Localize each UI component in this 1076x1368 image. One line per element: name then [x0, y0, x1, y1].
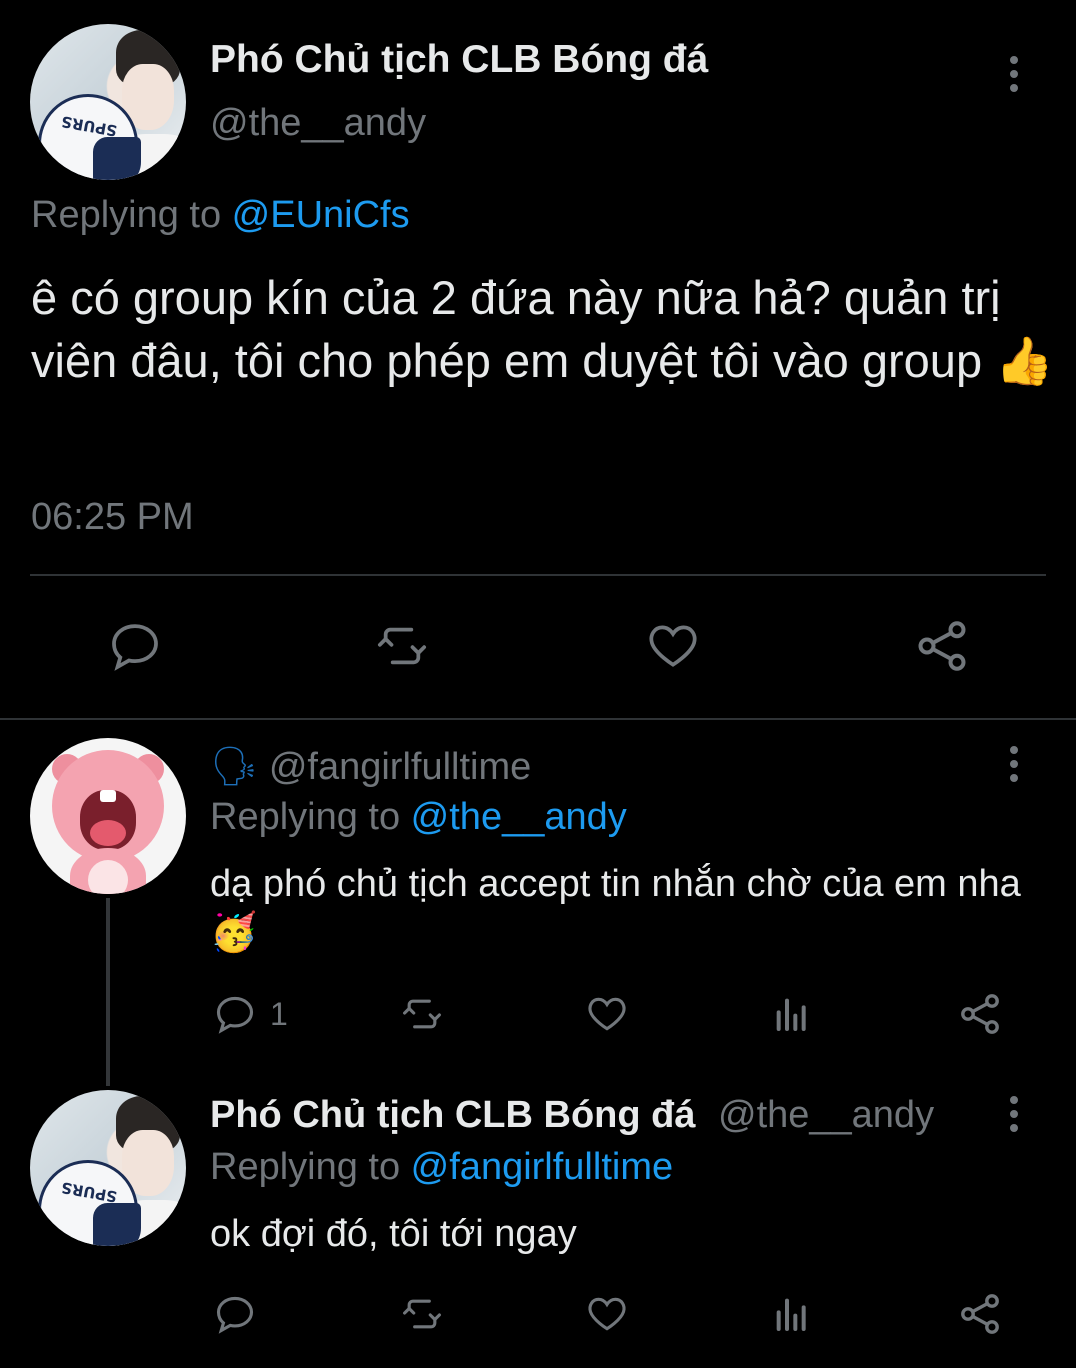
reply-1-header[interactable]: 🗣 @fangirlfulltime — [210, 744, 531, 789]
reply-2-handle[interactable]: @the__andy — [718, 1094, 934, 1137]
replying-to-line: Replying to @the__andy — [210, 796, 627, 839]
replying-to-line: Replying to @EUniCfs — [31, 194, 410, 237]
divider — [30, 574, 1046, 576]
like-icon[interactable] — [584, 1292, 630, 1336]
author-avatar[interactable]: SPURS — [30, 24, 186, 180]
more-options-icon[interactable] — [1004, 56, 1024, 96]
share-icon[interactable] — [956, 1290, 1004, 1338]
replying-to-line: Replying to @fangirlfulltime — [210, 1146, 673, 1189]
reply-1-handle[interactable]: @fangirlfulltime — [269, 746, 531, 788]
analytics-icon[interactable] — [772, 1294, 812, 1334]
thumbs-up-emoji: 👍 — [995, 334, 1054, 389]
partying-face-emoji: 🥳 — [210, 910, 258, 954]
share-icon[interactable] — [956, 990, 1004, 1038]
section-divider — [0, 718, 1076, 720]
retweet-icon[interactable] — [396, 992, 448, 1036]
tweet-timestamp: 06:25 PM — [31, 496, 194, 538]
replier-avatar[interactable] — [30, 738, 186, 894]
reply-1-text-content: dạ phó chủ tịch accept tin nhắn chờ của … — [210, 863, 1021, 905]
reply-2-display-name[interactable]: Phó Chủ tịch CLB Bóng đá — [210, 1094, 696, 1137]
thread-connector-line — [106, 898, 110, 1086]
share-icon[interactable] — [912, 616, 972, 676]
reply-icon[interactable] — [106, 618, 164, 674]
reply-icon[interactable] — [212, 992, 258, 1036]
reply-1-text: dạ phó chủ tịch accept tin nhắn chờ của … — [210, 860, 1050, 957]
retweet-icon[interactable] — [396, 1292, 448, 1336]
author-avatar[interactable]: SPURS — [30, 1090, 186, 1246]
author-display-name[interactable]: Phó Chủ tịch CLB Bóng đá — [210, 38, 708, 82]
tweet-text-content: ê có group kín của 2 đứa này nữa hả? quả… — [31, 271, 1001, 387]
tweet-text: ê có group kín của 2 đứa này nữa hả? quả… — [31, 266, 1061, 393]
replying-to-label: Replying to — [210, 1146, 411, 1188]
reply-count: 1 — [270, 996, 288, 1032]
more-options-icon[interactable] — [1004, 746, 1024, 786]
reply-2-text: ok đợi đó, tôi tới ngay — [210, 1213, 577, 1255]
analytics-icon[interactable] — [772, 994, 812, 1034]
like-icon[interactable] — [584, 992, 630, 1036]
retweet-icon[interactable] — [370, 618, 434, 674]
replying-to-mention[interactable]: @fangirlfulltime — [411, 1146, 673, 1188]
reply-icon[interactable] — [212, 1292, 258, 1336]
more-options-icon[interactable] — [1004, 1096, 1024, 1136]
replying-to-label: Replying to — [210, 796, 411, 838]
replying-to-mention[interactable]: @the__andy — [411, 796, 627, 838]
author-handle[interactable]: @the__andy — [210, 102, 426, 145]
speaking-head-emoji: 🗣 — [210, 744, 259, 788]
like-icon[interactable] — [644, 618, 702, 674]
replying-to-mention[interactable]: @EUniCfs — [232, 194, 410, 236]
replying-to-label: Replying to — [31, 194, 232, 236]
